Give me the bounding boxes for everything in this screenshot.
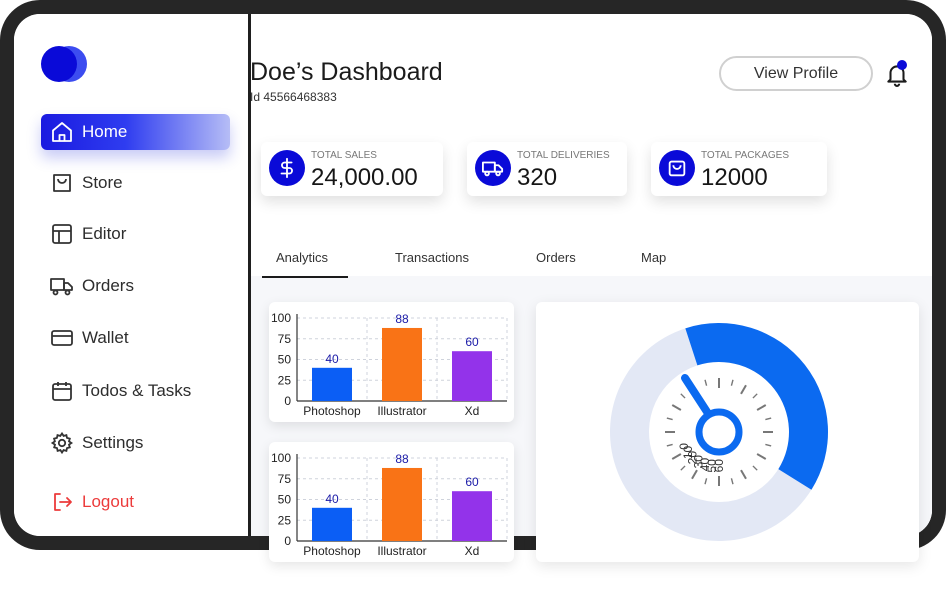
stat-label: TOTAL SALES [311, 150, 377, 161]
logout-icon [54, 493, 72, 511]
stat-card-sales: TOTAL SALES 24,000.00 [261, 142, 443, 196]
sidebar-item-label: Store [82, 173, 123, 192]
sidebar-item-label: Editor [82, 224, 127, 243]
gear-icon [50, 431, 74, 455]
stat-value: 320 [517, 164, 558, 191]
gauge-label: 60 [712, 459, 726, 473]
sidebar-item-label: Wallet [82, 328, 129, 347]
x-tick-label: Xd [465, 404, 480, 418]
stat-card-packages: TOTAL PACKAGES 12000 [651, 142, 827, 196]
stat-card-deliveries: TOTAL DELIVERIES 320 [467, 142, 627, 196]
bar [312, 367, 352, 401]
bar [382, 327, 422, 401]
gauge-chart: 0102030405060 [610, 323, 828, 541]
wallet-icon [51, 330, 73, 346]
y-tick-label: 100 [271, 311, 291, 325]
sidebar-item-label: Orders [82, 276, 134, 295]
user-id: Id 45566468383 [250, 90, 337, 104]
bar [452, 491, 492, 541]
data-label: 60 [465, 335, 479, 349]
home-icon [52, 122, 72, 142]
data-label: 40 [325, 492, 339, 506]
bar [452, 351, 492, 401]
x-tick-label: Illustrator [377, 404, 426, 418]
sidebar-item-label: Settings [82, 433, 144, 452]
stat-value: 12000 [701, 164, 768, 191]
sidebar-item-store[interactable]: Store [41, 165, 230, 201]
sidebar-item-orders[interactable]: Orders [41, 268, 230, 304]
tab-transactions[interactable]: Transactions [395, 250, 469, 265]
y-tick-label: 0 [284, 534, 291, 548]
sidebar-item-wallet[interactable]: Wallet [41, 320, 230, 356]
view-profile-button[interactable]: View Profile [719, 56, 873, 91]
dollar-icon [269, 150, 305, 186]
bar [382, 467, 422, 541]
sidebar-item-todos[interactable]: Todos & Tasks [41, 373, 230, 409]
tab-analytics[interactable]: Analytics [276, 250, 328, 265]
stat-label: TOTAL DELIVERIES [517, 150, 610, 161]
active-tab-indicator [262, 276, 348, 278]
bar-chart-card: 100 75 50 25 0 40 Photoshop 88 Illustrator 60 Xd [269, 442, 514, 562]
sidebar-item-editor[interactable]: Editor [41, 216, 230, 252]
sidebar: Home Store Editor Orders Wallet Todos & [14, 14, 248, 536]
y-tick-label: 75 [278, 472, 292, 486]
tab-orders[interactable]: Orders [536, 250, 576, 265]
y-tick-label: 50 [278, 493, 292, 507]
y-tick-label: 25 [278, 513, 292, 527]
store-icon [53, 174, 71, 192]
logout-button[interactable]: Logout [41, 484, 230, 520]
bar-chart-card: 100 75 50 25 0 40 Photoshop 88 Illustrator 60 Xd [269, 302, 514, 422]
bar-chart: 100 75 50 25 0 40 Photoshop 88 Illustrator 60 Xd [271, 311, 508, 418]
brand-logo [41, 46, 91, 82]
sidebar-item-home[interactable]: Home [41, 114, 230, 150]
data-label: 40 [325, 352, 339, 366]
stat-label: TOTAL PACKAGES [701, 150, 789, 161]
data-label: 88 [395, 312, 409, 326]
stat-value: 24,000.00 [311, 164, 418, 191]
y-tick-label: 25 [278, 373, 292, 387]
data-label: 88 [395, 452, 409, 466]
data-label: 60 [465, 475, 479, 489]
gauge-card: 0 10 20 30 40 50 60 [536, 302, 919, 562]
x-tick-label: Photoshop [303, 404, 361, 418]
calendar-icon [52, 382, 72, 401]
y-tick-label: 100 [271, 451, 291, 465]
sidebar-item-label: Todos & Tasks [82, 381, 192, 400]
x-tick-label: Illustrator [377, 544, 426, 558]
logout-label: Logout [82, 492, 134, 511]
sidebar-item-settings[interactable]: Settings [41, 425, 230, 461]
notification-dot [897, 60, 907, 70]
tab-map[interactable]: Map [641, 250, 666, 265]
gauge-hub [695, 408, 743, 456]
x-tick-label: Photoshop [303, 544, 361, 558]
sidebar-item-label: Home [82, 122, 128, 141]
truck-icon [50, 278, 73, 296]
y-tick-label: 0 [284, 394, 291, 408]
truck-icon [475, 150, 511, 186]
editor-icon [52, 224, 72, 244]
bar-chart: 100 75 50 25 0 40 Photoshop 88 Illustrator 60 Xd [271, 451, 508, 558]
package-icon [659, 150, 695, 186]
y-tick-label: 50 [278, 353, 292, 367]
bar [312, 507, 352, 541]
page-title: Doe’s Dashboard [250, 58, 443, 86]
y-tick-label: 75 [278, 332, 292, 346]
x-tick-label: Xd [465, 544, 480, 558]
